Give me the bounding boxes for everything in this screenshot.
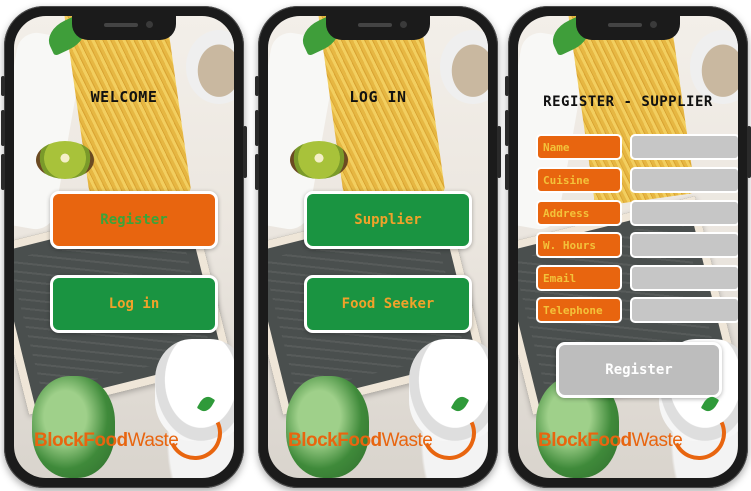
email-field[interactable]: [630, 265, 738, 291]
side-button: [505, 110, 509, 146]
background-cucumber: [31, 376, 116, 478]
form-row-work-hours: W. Hours: [536, 232, 738, 260]
register-submit-button[interactable]: Register: [556, 342, 722, 398]
phone-register-supplier: REGISTER - SUPPLIER Name Cuisine Address…: [505, 6, 751, 488]
background-pasta: [61, 16, 192, 207]
supplier-button[interactable]: Supplier: [304, 191, 472, 249]
side-button: [747, 126, 751, 178]
background-pasta: [315, 16, 446, 207]
background-bowl: [689, 29, 738, 104]
phone-notch: [326, 16, 430, 40]
cuisine-field[interactable]: [630, 167, 738, 193]
form-row-address: Address: [536, 200, 738, 228]
login-button[interactable]: Log in: [50, 275, 218, 333]
brand-logo: BlockFoodWaste: [288, 430, 433, 451]
telephone-label: Telephone: [536, 297, 622, 323]
form-row-cuisine: Cuisine: [536, 167, 738, 195]
background-kiwi: [290, 140, 348, 179]
brand-logo: BlockFoodWaste: [34, 430, 179, 451]
screen-welcome: WELCOME Register Log in BlockFoodWaste: [14, 16, 234, 478]
work-hours-field[interactable]: [630, 232, 738, 258]
phone-welcome: WELCOME Register Log in BlockFoodWaste: [1, 6, 247, 488]
background-kiwi: [36, 140, 94, 179]
form-row-telephone: Telephone: [536, 297, 738, 325]
address-field[interactable]: [630, 200, 738, 226]
name-label: Name: [536, 134, 622, 160]
brand-logo: BlockFoodWaste: [538, 430, 683, 451]
side-button: [1, 154, 5, 190]
side-button: [255, 76, 259, 96]
page-title: LOG IN: [349, 88, 407, 106]
cuisine-label: Cuisine: [536, 167, 622, 193]
screen-login: LOG IN Supplier Food Seeker BlockFoodWas…: [268, 16, 488, 478]
page-title: WELCOME: [90, 88, 158, 106]
side-button: [497, 126, 501, 178]
page-title: REGISTER - SUPPLIER: [543, 94, 713, 110]
screen-register-supplier: REGISTER - SUPPLIER Name Cuisine Address…: [518, 16, 738, 478]
side-button: [1, 76, 5, 96]
work-hours-label: W. Hours: [536, 232, 622, 258]
phone-notch: [72, 16, 176, 40]
food-seeker-button[interactable]: Food Seeker: [304, 275, 472, 333]
form-row-email: Email: [536, 265, 738, 293]
side-button: [505, 76, 509, 96]
phone-login: LOG IN Supplier Food Seeker BlockFoodWas…: [255, 6, 501, 488]
name-field[interactable]: [630, 134, 738, 160]
address-label: Address: [536, 200, 622, 226]
email-label: Email: [536, 265, 622, 291]
register-button[interactable]: Register: [50, 191, 218, 249]
side-button: [505, 154, 509, 190]
telephone-field[interactable]: [630, 297, 738, 323]
background-cucumber: [285, 376, 370, 478]
side-button: [243, 126, 247, 178]
side-button: [255, 154, 259, 190]
phone-notch: [576, 16, 680, 40]
side-button: [1, 110, 5, 146]
form-row-name: Name: [536, 134, 738, 162]
side-button: [255, 110, 259, 146]
